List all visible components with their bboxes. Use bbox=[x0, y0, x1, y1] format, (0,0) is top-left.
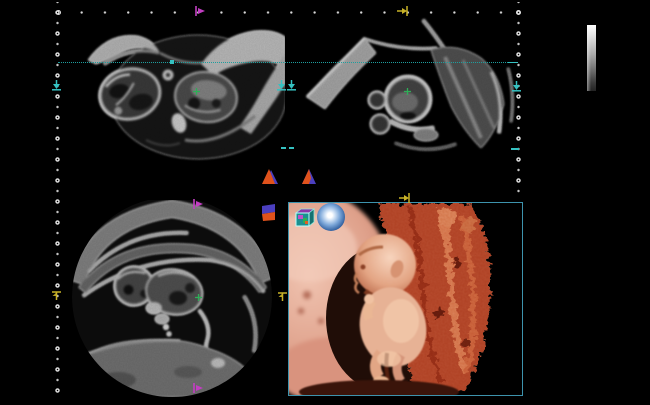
focus-marker[interactable] bbox=[286, 80, 297, 91]
axis-marker bbox=[398, 192, 412, 204]
quadrant-top-right-image[interactable] bbox=[295, 12, 517, 197]
orientation-cube-icon[interactable] bbox=[294, 206, 316, 228]
top-ruler bbox=[70, 8, 506, 17]
render-direction-triangle-left bbox=[262, 168, 278, 185]
focus-marker[interactable] bbox=[511, 81, 522, 92]
fetus-3d-render bbox=[289, 203, 522, 395]
horizontal-reference-line bbox=[58, 62, 518, 63]
quadrant-top-left-image[interactable] bbox=[58, 12, 285, 197]
light-source-sphere-icon[interactable] bbox=[317, 203, 345, 231]
grayscale-map-bar bbox=[587, 25, 596, 91]
quadrant-bottom-right-render-box[interactable] bbox=[288, 202, 523, 396]
render-direction-triangle-right bbox=[301, 168, 317, 185]
render-cube-marker bbox=[261, 204, 276, 221]
depth-tick bbox=[511, 148, 519, 150]
ultrasound-screen bbox=[0, 0, 650, 405]
focus-marker[interactable] bbox=[51, 80, 62, 91]
axis-marker bbox=[396, 5, 410, 17]
reference-line-end-segment bbox=[508, 62, 518, 64]
measurement-cross bbox=[195, 294, 202, 301]
left-ruler bbox=[53, 2, 62, 394]
probe-orientation-marker bbox=[192, 382, 204, 394]
depth-tick bbox=[289, 147, 294, 149]
depth-tick bbox=[281, 147, 286, 149]
reference-line-handle[interactable] bbox=[170, 60, 174, 64]
quadrant-bottom-left-image[interactable] bbox=[58, 200, 285, 397]
measurement-cross bbox=[404, 88, 411, 95]
right-ruler bbox=[514, 2, 523, 199]
measurement-cross bbox=[193, 88, 200, 95]
probe-orientation-marker bbox=[192, 198, 204, 210]
region-marker bbox=[51, 290, 62, 301]
region-marker bbox=[277, 291, 288, 302]
probe-orientation-marker bbox=[194, 5, 206, 17]
